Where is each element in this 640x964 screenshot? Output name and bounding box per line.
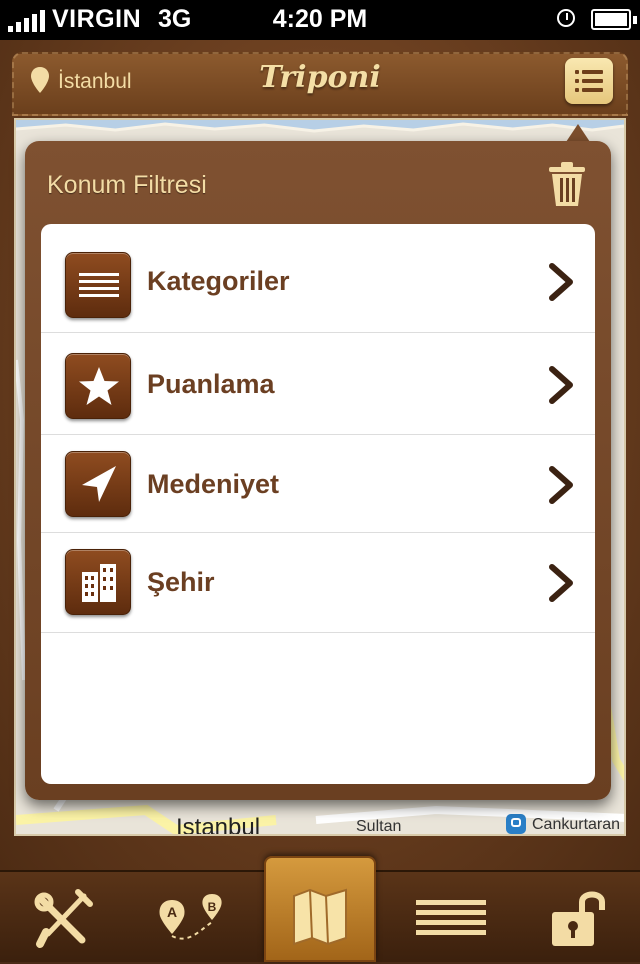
map-label-cankurtaran: Cankurtaran: [532, 816, 621, 833]
list-icon: [416, 900, 486, 935]
train-station-icon[interactable]: [506, 814, 526, 834]
unlock-icon: [552, 891, 605, 946]
route-icon: A B: [159, 894, 222, 940]
tab-route[interactable]: A B: [128, 872, 256, 962]
tab-bar: A B: [0, 856, 640, 962]
lines-icon: [65, 252, 131, 318]
battery-icon: [591, 9, 637, 30]
tab-unlock[interactable]: [512, 872, 640, 962]
chevron-right-icon: [549, 366, 573, 404]
status-bar: VIRGIN 3G 4:20 PM: [0, 0, 640, 40]
list-item-label: Kategoriler: [147, 266, 290, 296]
route-point-a: A: [167, 904, 177, 920]
route-point-b: B: [208, 900, 217, 914]
filter-list: Kategoriler Puanlama Medeniyet Şehir: [41, 224, 595, 784]
chevron-right-icon: [549, 466, 573, 504]
trash-icon[interactable]: [547, 161, 587, 207]
chevron-right-icon: [549, 263, 573, 301]
star-icon: [65, 353, 131, 419]
menu-button[interactable]: [565, 58, 613, 104]
tab-tools[interactable]: [0, 872, 128, 962]
list-item-label: Şehir: [147, 567, 215, 597]
list-item-puanlama[interactable]: Puanlama: [41, 333, 595, 435]
map-icon: [293, 888, 347, 946]
popover-title: Konum Filtresi: [47, 171, 207, 199]
map-label-sultan: Sultan: [356, 818, 402, 835]
list-item-sehir[interactable]: Şehir: [41, 533, 595, 633]
alarm-icon: [557, 9, 575, 27]
list-item-label: Medeniyet: [147, 469, 280, 499]
buildings-icon: [65, 549, 131, 615]
tab-map[interactable]: [264, 856, 376, 962]
popover-arrow: [566, 124, 590, 142]
list-item-label: Puanlama: [147, 369, 275, 399]
filter-popover: Konum Filtresi Kategoriler Puanlama Mede…: [25, 141, 611, 800]
clock: 4:20 PM: [272, 5, 368, 33]
tools-icon: [34, 889, 93, 948]
chevron-right-icon: [549, 564, 573, 602]
app-logo: Triponi: [259, 60, 381, 95]
list-item-kategoriler[interactable]: Kategoriler: [41, 230, 595, 333]
map-label-istanbul: Istanbul: [176, 814, 261, 836]
navigation-arrow-icon: [65, 451, 131, 517]
list-item-medeniyet[interactable]: Medeniyet: [41, 435, 595, 533]
tab-list[interactable]: [384, 872, 512, 962]
